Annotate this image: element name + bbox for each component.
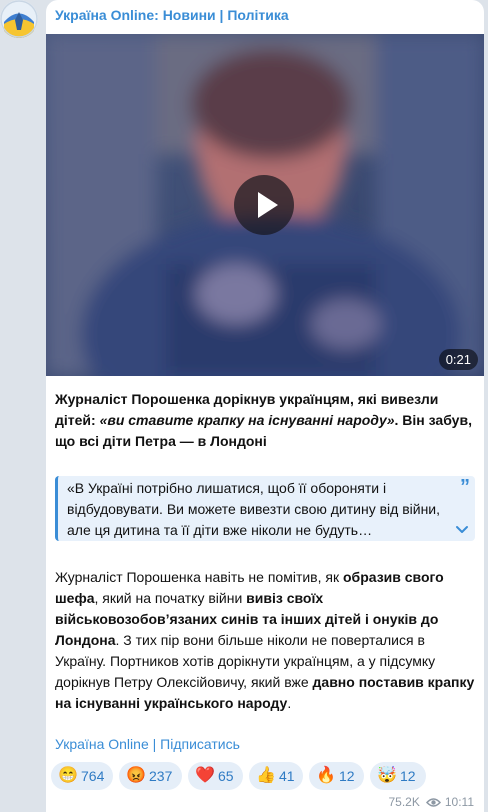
- message-bubble: Україна Online: Новини | Політика 0:21 Ж…: [46, 0, 484, 812]
- channel-title[interactable]: Україна Online: Новини | Політика: [55, 7, 289, 23]
- reaction-heart[interactable]: ❤️ 65: [188, 762, 243, 790]
- quote-icon: ”: [460, 476, 470, 498]
- reaction-grin[interactable]: 😁 764: [51, 762, 113, 790]
- reaction-count: 65: [218, 768, 234, 784]
- reaction-thumbs-up[interactable]: 👍 41: [249, 762, 303, 790]
- reaction-fire[interactable]: 🔥 12: [309, 762, 364, 790]
- channel-avatar[interactable]: [0, 0, 38, 38]
- eye-icon: [425, 798, 441, 807]
- reaction-mind-blown[interactable]: 🤯 12: [370, 762, 426, 790]
- quote-block[interactable]: «В Україні потрібно лишатися, щоб її обо…: [55, 476, 475, 541]
- play-icon: [258, 192, 278, 218]
- reaction-count: 237: [149, 768, 173, 784]
- link-separator: |: [152, 736, 157, 752]
- body-segment: .: [287, 695, 292, 711]
- view-count: 75.2K: [388, 795, 420, 809]
- ukraine-logo-icon: [0, 0, 38, 38]
- video-duration: 0:21: [438, 349, 478, 370]
- channel-link[interactable]: Україна Online: [55, 736, 149, 752]
- reaction-count: 764: [81, 768, 105, 784]
- video-player[interactable]: 0:21: [46, 34, 484, 376]
- reaction-angry[interactable]: 😡 237: [119, 762, 182, 790]
- chevron-down-icon[interactable]: [454, 524, 470, 536]
- fire-emoji-icon: 🔥: [316, 767, 336, 784]
- play-button[interactable]: [234, 175, 294, 235]
- post-body: Журналіст Порошенка навіть не помітив, я…: [55, 567, 479, 714]
- grin-emoji-icon: 😁: [58, 767, 78, 784]
- headline-quote: «ви ставите крапку на існуванні народу»: [99, 412, 395, 428]
- thumbs-up-emoji-icon: 👍: [256, 767, 276, 784]
- body-segment: Журналіст Порошенка навіть не помітив, я…: [55, 569, 343, 585]
- post-links: Україна Online | Підписатись: [55, 736, 240, 752]
- heart-emoji-icon: ❤️: [195, 767, 215, 784]
- mind-blown-emoji-icon: 🤯: [377, 767, 397, 784]
- reaction-count: 12: [339, 768, 355, 784]
- message-time: 10:11: [444, 795, 474, 809]
- post-headline: Журналіст Порошенка дорікнув українцям, …: [55, 389, 477, 452]
- body-segment: , який на початку війни: [94, 590, 247, 606]
- reaction-count: 41: [279, 768, 295, 784]
- reaction-count: 12: [400, 768, 416, 784]
- subscribe-link[interactable]: Підписатись: [160, 736, 240, 752]
- message-meta: 75.2K 10:11: [389, 795, 475, 809]
- angry-emoji-icon: 😡: [126, 767, 146, 784]
- quote-text: «В Україні потрібно лишатися, щоб її обо…: [67, 480, 441, 538]
